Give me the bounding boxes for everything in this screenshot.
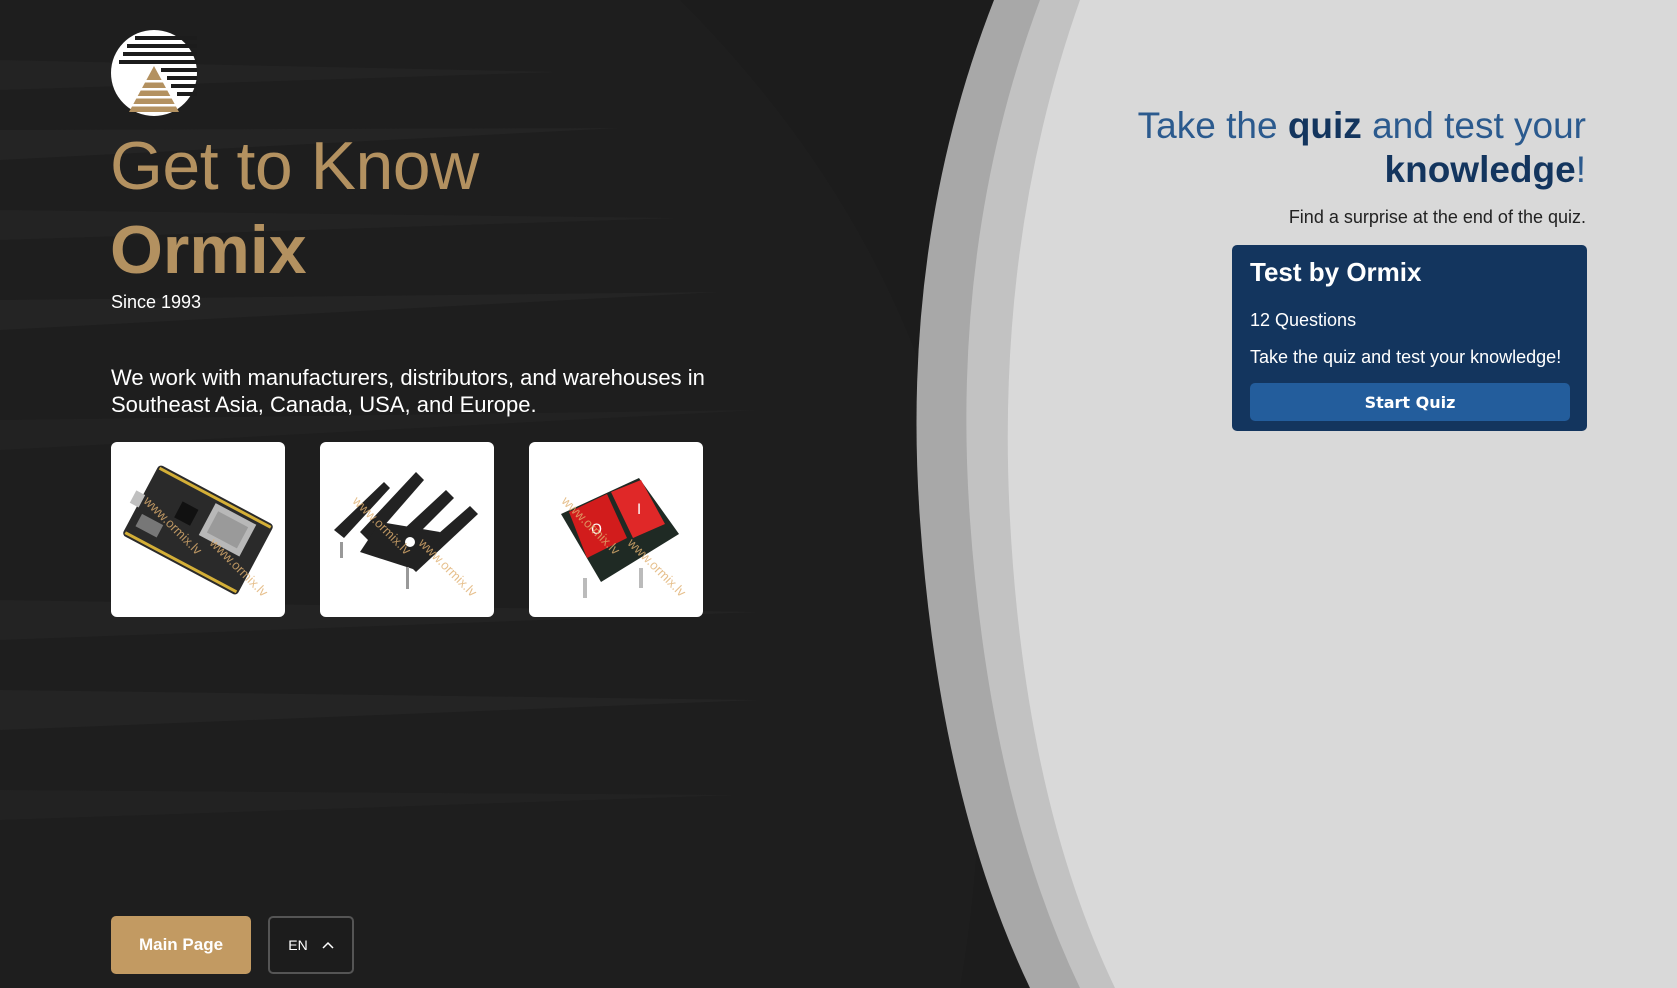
hero-title-line1: Get to Know [110, 128, 479, 204]
quiz-card: Test by Ormix 12 Questions Take the quiz… [1232, 245, 1587, 431]
hero-title-line2: Ormix [110, 212, 307, 288]
product-gallery: www.ormix.lv www.ormix.lv www.ormix.lv w… [111, 442, 703, 617]
quiz-heading-part: and test your [1361, 105, 1586, 146]
language-label: EN [288, 937, 308, 953]
ormix-logo [111, 30, 197, 116]
quiz-heading-part: ! [1575, 149, 1586, 190]
product-card-esp8266[interactable]: www.ormix.lv www.ormix.lv [111, 442, 285, 617]
product-card-rocker-switch[interactable]: O I www.ormix.lv www.ormix.lv [529, 442, 703, 617]
intro-text: We work with manufacturers, distributors… [111, 365, 705, 417]
quiz-subtitle: Find a surprise at the end of the quiz. [1288, 207, 1586, 227]
since-label: Since 1993 [111, 292, 202, 312]
quiz-card-title: Test by Ormix [1250, 257, 1422, 287]
svg-text:I: I [637, 502, 641, 518]
main-page-button[interactable]: Main Page [111, 916, 251, 974]
quiz-heading-bold: knowledge [1384, 149, 1576, 190]
chevron-up-icon [322, 941, 334, 949]
quiz-heading: Take the quiz and test your knowledge! [1066, 104, 1586, 192]
language-selector[interactable]: EN [268, 916, 354, 974]
hero-title: Get to Know Ormix [110, 124, 479, 292]
question-count: 12 Questions [1250, 310, 1357, 330]
quiz-card-description: Take the quiz and test your knowledge! [1250, 347, 1562, 367]
quiz-heading-bold: quiz [1287, 105, 1362, 146]
product-card-heatsink[interactable]: www.ormix.lv www.ormix.lv [320, 442, 494, 617]
start-quiz-button[interactable]: Start Quiz [1250, 383, 1570, 421]
quiz-heading-part: Take the [1137, 105, 1288, 146]
